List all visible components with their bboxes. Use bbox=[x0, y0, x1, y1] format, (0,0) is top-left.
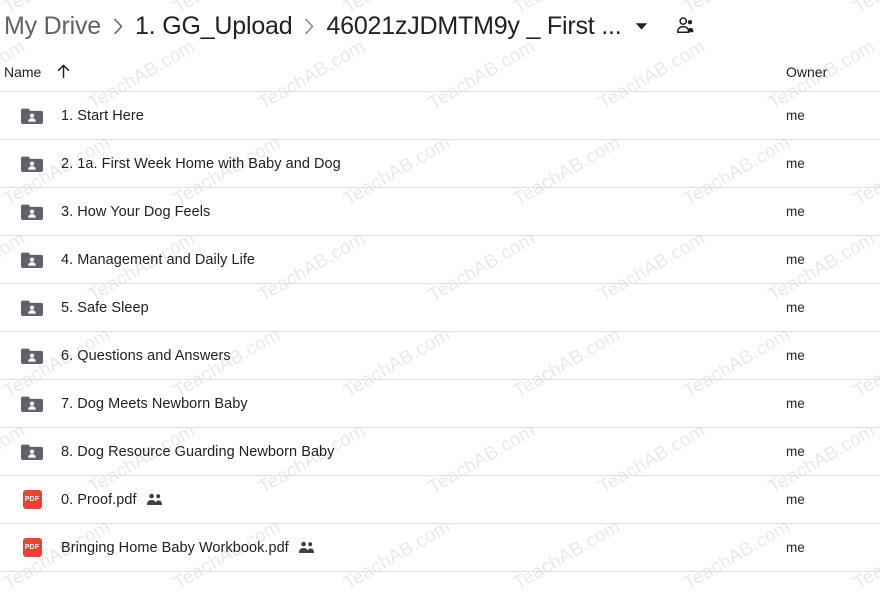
caret-down-icon[interactable] bbox=[635, 22, 648, 31]
pdf-file-icon: PDF bbox=[20, 536, 44, 560]
row-name-label: 4. Management and Daily Life bbox=[61, 251, 256, 268]
row-owner-label: me bbox=[786, 108, 805, 123]
row-name-cell[interactable]: PDF Bringing Home Baby Workbook.pdf bbox=[0, 536, 760, 560]
breadcrumb-item-my-drive[interactable]: My Drive bbox=[4, 13, 101, 39]
row-owner-label: me bbox=[786, 300, 805, 315]
row-owner-label: me bbox=[786, 444, 805, 459]
row-name-cell[interactable]: 4. Management and Daily Life bbox=[0, 248, 760, 272]
breadcrumb-item-gg-upload[interactable]: 1. GG_Upload bbox=[135, 13, 293, 39]
row-name-label: 3. How Your Dog Feels bbox=[61, 203, 211, 220]
row-owner-label: me bbox=[786, 204, 805, 219]
row-name-label: 0. Proof.pdf bbox=[61, 491, 137, 508]
chevron-right-icon bbox=[113, 18, 124, 35]
row-owner-label: me bbox=[786, 492, 805, 507]
row-name-label: 1. Start Here bbox=[61, 107, 144, 124]
row-owner-label: me bbox=[786, 252, 805, 267]
table-row[interactable]: 3. How Your Dog Feels me bbox=[0, 188, 880, 236]
drive-file-browser: TeachAB.com TeachAB.com TeachAB.com TeachAB… bbox=[0, 0, 880, 594]
column-header-name-label: Name bbox=[4, 63, 42, 80]
breadcrumb: My Drive 1. GG_Upload 46021zJDMTM9y _ Fi… bbox=[0, 0, 880, 52]
row-name-label: 8. Dog Resource Guarding Newborn Baby bbox=[61, 443, 335, 460]
row-name-cell[interactable]: 3. How Your Dog Feels bbox=[0, 200, 760, 224]
table-row[interactable]: 7. Dog Meets Newborn Baby me bbox=[0, 380, 880, 428]
shared-folder-icon bbox=[20, 200, 44, 224]
shared-folder-icon bbox=[20, 440, 44, 464]
shared-folder-icon bbox=[20, 152, 44, 176]
row-name-label: Bringing Home Baby Workbook.pdf bbox=[61, 539, 289, 556]
row-name-cell[interactable]: 8. Dog Resource Guarding Newborn Baby bbox=[0, 440, 760, 464]
row-name-label: 7. Dog Meets Newborn Baby bbox=[61, 395, 248, 412]
pdf-badge: PDF bbox=[22, 538, 42, 557]
column-header-name[interactable]: Name bbox=[2, 64, 760, 80]
shared-folder-icon bbox=[20, 248, 44, 272]
row-name-cell[interactable]: 6. Questions and Answers bbox=[0, 344, 760, 368]
table-row[interactable]: 1. Start Here me bbox=[0, 92, 880, 140]
shared-folder-icon bbox=[20, 344, 44, 368]
row-owner-label: me bbox=[786, 156, 805, 171]
table-row[interactable]: 2. 1a. First Week Home with Baby and Dog… bbox=[0, 140, 880, 188]
arrow-up-icon[interactable] bbox=[57, 64, 70, 79]
shared-folder-icon bbox=[20, 104, 44, 128]
pdf-badge-label: PDF bbox=[24, 544, 40, 551]
table-row[interactable]: 6. Questions and Answers me bbox=[0, 332, 880, 380]
row-owner-label: me bbox=[786, 348, 805, 363]
row-name-label: 6. Questions and Answers bbox=[61, 347, 231, 364]
row-owner-label: me bbox=[786, 540, 805, 555]
row-owner-label: me bbox=[786, 396, 805, 411]
table-row[interactable]: 5. Safe Sleep me bbox=[0, 284, 880, 332]
shared-folder-icon bbox=[20, 392, 44, 416]
row-name-cell[interactable]: PDF 0. Proof.pdf bbox=[0, 488, 760, 512]
pdf-badge-label: PDF bbox=[24, 496, 40, 503]
list-column-headers: Name Owner bbox=[0, 52, 880, 92]
row-name-cell[interactable]: 7. Dog Meets Newborn Baby bbox=[0, 392, 760, 416]
table-row[interactable]: PDF Bringing Home Baby Workbook.pdf me bbox=[0, 524, 880, 572]
row-name-label: 5. Safe Sleep bbox=[61, 299, 149, 316]
row-name-cell[interactable]: 5. Safe Sleep bbox=[0, 296, 760, 320]
shared-people-icon[interactable] bbox=[674, 16, 696, 36]
column-header-owner[interactable]: Owner bbox=[760, 64, 880, 80]
table-row[interactable]: PDF 0. Proof.pdf me bbox=[0, 476, 880, 524]
shared-folder-icon bbox=[20, 296, 44, 320]
table-row[interactable]: 8. Dog Resource Guarding Newborn Baby me bbox=[0, 428, 880, 476]
chevron-right-icon bbox=[304, 18, 315, 35]
shared-people-icon bbox=[298, 541, 315, 554]
shared-people-icon bbox=[146, 493, 163, 506]
row-name-label: 2. 1a. First Week Home with Baby and Dog bbox=[61, 155, 341, 172]
row-name-cell[interactable]: 2. 1a. First Week Home with Baby and Dog bbox=[0, 152, 760, 176]
pdf-file-icon: PDF bbox=[20, 488, 44, 512]
row-name-cell[interactable]: 1. Start Here bbox=[0, 104, 760, 128]
pdf-badge: PDF bbox=[22, 490, 42, 509]
table-row[interactable]: 4. Management and Daily Life me bbox=[0, 236, 880, 284]
file-list: 1. Start Here me 2. 1a. First Week Home wi… bbox=[0, 92, 880, 572]
breadcrumb-item-current-folder[interactable]: 46021zJDMTM9y _ First ... bbox=[326, 13, 621, 39]
